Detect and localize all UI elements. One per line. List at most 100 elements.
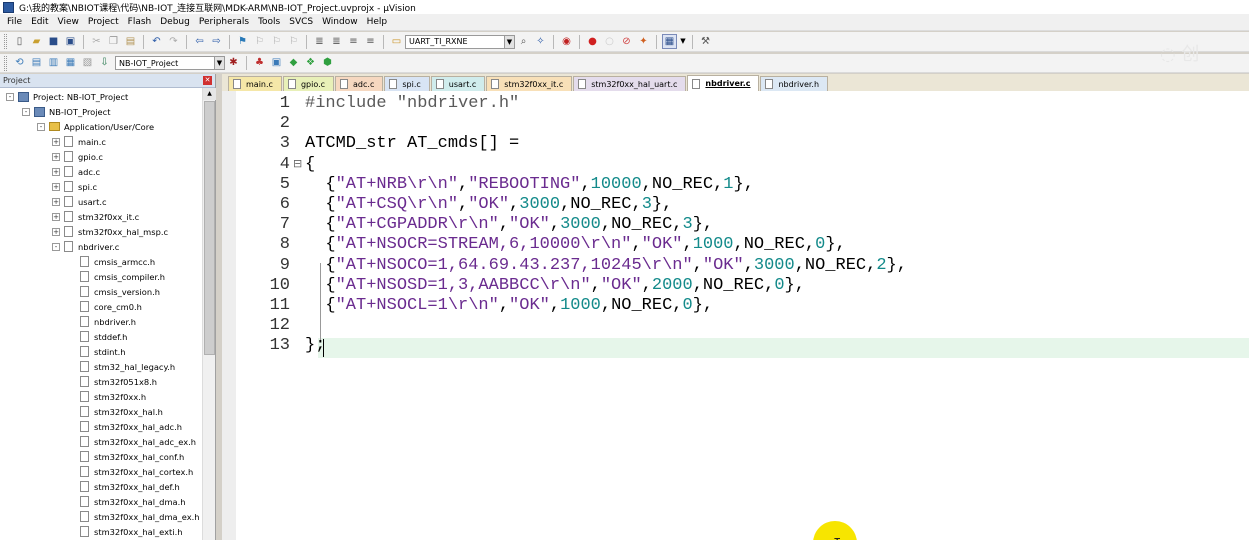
tree-item[interactable]: - Project: NB-IOT_Project bbox=[6, 89, 128, 104]
rebuild-icon[interactable]: ▥ bbox=[46, 56, 61, 71]
menu-flash[interactable]: Flash bbox=[125, 17, 158, 27]
tab-nbdriver-h[interactable]: nbdriver.h bbox=[760, 76, 829, 91]
tree-item[interactable]: + stm32f0xx_hal_msp.c bbox=[52, 224, 168, 239]
file-extensions-icon[interactable]: ♣ bbox=[252, 56, 267, 71]
collapse-icon[interactable]: - bbox=[52, 242, 60, 251]
window-layout-icon[interactable]: ▦ bbox=[662, 34, 677, 49]
tree-item[interactable]: cmsis_armcc.h bbox=[67, 254, 155, 269]
find-in-files-icon[interactable]: ▭ bbox=[389, 34, 404, 49]
prev-bookmark-icon[interactable]: ⚐ bbox=[252, 34, 267, 49]
tab-stm32f0xx-hal-uart-c[interactable]: stm32f0xx_hal_uart.c bbox=[573, 76, 687, 91]
code-line[interactable]: {"AT+CGPADDR\r\n","OK",3000,NO_REC,3}, bbox=[305, 215, 713, 235]
tree-item[interactable]: - Application/User/Core bbox=[37, 119, 154, 134]
code-line[interactable]: {"AT+NSOCL=1\r\n","OK",1000,NO_REC,0}, bbox=[305, 296, 713, 316]
save-icon[interactable]: ■ bbox=[46, 34, 61, 49]
debug-session-icon[interactable]: ◉ bbox=[559, 34, 574, 49]
copy-icon[interactable]: ❐ bbox=[106, 34, 121, 49]
paste-icon[interactable]: ▤ bbox=[123, 34, 138, 49]
tree-item[interactable]: stm32f0xx_hal_def.h bbox=[67, 479, 180, 494]
menu-file[interactable]: File bbox=[4, 17, 28, 27]
expand-icon[interactable]: + bbox=[52, 197, 60, 206]
incremental-find-icon[interactable]: ✧ bbox=[533, 34, 548, 49]
download-icon[interactable]: ⇩ bbox=[97, 56, 112, 71]
open-folder-icon[interactable]: ▰ bbox=[29, 34, 44, 49]
tab-stm32f0xx-it-c[interactable]: stm32f0xx_it.c bbox=[486, 76, 573, 91]
code-line[interactable]: #include "nbdriver.h" bbox=[305, 94, 519, 114]
tree-item[interactable]: stddef.h bbox=[67, 329, 127, 344]
disable-breakpoints-icon[interactable]: ⊘ bbox=[619, 34, 634, 49]
batch-build-icon[interactable]: ▦ bbox=[63, 56, 78, 71]
tree-item[interactable]: stm32f0xx_hal_exti.h bbox=[67, 524, 183, 539]
clear-bookmarks-icon[interactable]: ⚐ bbox=[286, 34, 301, 49]
expand-icon[interactable]: + bbox=[52, 227, 60, 236]
target-select[interactable]: NB-IOT_Project ▼ bbox=[115, 56, 225, 70]
tree-item[interactable]: - NB-IOT_Project bbox=[22, 104, 110, 119]
menu-edit[interactable]: Edit bbox=[28, 17, 54, 27]
window-layout-dropdown-icon[interactable]: ▼ bbox=[679, 34, 687, 49]
menu-svcs[interactable]: SVCS bbox=[286, 17, 319, 27]
stop-build-icon[interactable]: ▧ bbox=[80, 56, 95, 71]
tab-usart-c[interactable]: usart.c bbox=[430, 76, 486, 91]
navigate-back-icon[interactable]: ⇦ bbox=[192, 34, 207, 49]
search-combo[interactable]: UART_TI_RXNE ▼ bbox=[405, 34, 515, 49]
code-editor[interactable]: 1 #include "nbdriver.h" 2 3 ATCMD_str AT_cmd… bbox=[222, 91, 1249, 540]
tree-item[interactable]: stm32f0xx_hal_dma.h bbox=[67, 494, 186, 509]
tree-item[interactable]: cmsis_version.h bbox=[67, 284, 160, 299]
tree-item[interactable]: + gpio.c bbox=[52, 149, 103, 164]
translate-icon[interactable]: ⟲ bbox=[12, 56, 27, 71]
fold-toggle-icon[interactable]: ⊟ bbox=[293, 157, 303, 170]
find-icon[interactable]: ⌕ bbox=[516, 34, 531, 49]
menu-peripherals[interactable]: Peripherals bbox=[196, 17, 255, 27]
expand-icon[interactable]: + bbox=[52, 212, 60, 221]
target-options-icon[interactable]: ✱ bbox=[226, 56, 241, 71]
collapse-icon[interactable]: - bbox=[22, 107, 30, 116]
tree-item[interactable]: + stm32f0xx_it.c bbox=[52, 209, 139, 224]
expand-icon[interactable]: + bbox=[52, 152, 60, 161]
tree-item[interactable]: stm32f0xx_hal_dma_ex.h bbox=[67, 509, 200, 524]
unindent-icon[interactable]: ≣ bbox=[329, 34, 344, 49]
menu-tools[interactable]: Tools bbox=[255, 17, 286, 27]
code-line[interactable]: { bbox=[305, 155, 315, 175]
indent-icon[interactable]: ≣ bbox=[312, 34, 327, 49]
enable-breakpoint-icon[interactable]: ○ bbox=[602, 34, 617, 49]
build-icon[interactable]: ▤ bbox=[29, 56, 44, 71]
tree-item[interactable]: stm32_hal_legacy.h bbox=[67, 359, 175, 374]
tab-adc-c[interactable]: adc.c bbox=[335, 76, 384, 91]
manage-components-icon[interactable]: ▣ bbox=[269, 56, 284, 71]
kill-breakpoints-icon[interactable]: ✦ bbox=[636, 34, 651, 49]
tab-nbdriver-c[interactable]: nbdriver.c bbox=[687, 75, 760, 91]
expand-icon[interactable]: + bbox=[52, 182, 60, 191]
cut-icon[interactable]: ✂ bbox=[89, 34, 104, 49]
tree-item[interactable]: stm32f0xx.h bbox=[67, 389, 146, 404]
collapse-icon[interactable]: - bbox=[37, 122, 45, 131]
chevron-down-icon[interactable]: ▼ bbox=[504, 35, 514, 48]
tree-item[interactable]: cmsis_compiler.h bbox=[67, 269, 165, 284]
insert-breakpoint-icon[interactable]: ● bbox=[585, 34, 600, 49]
code-line[interactable]: {"AT+CSQ\r\n","OK",3000,NO_REC,3}, bbox=[305, 195, 672, 215]
tree-item[interactable]: stm32f0xx_hal.h bbox=[67, 404, 163, 419]
close-icon[interactable]: ✕ bbox=[203, 76, 212, 85]
toolbar-gripper[interactable] bbox=[4, 55, 7, 71]
tree-item[interactable]: stm32f0xx_hal_conf.h bbox=[67, 449, 184, 464]
code-line[interactable]: ATCMD_str AT_cmds[] = bbox=[305, 134, 519, 154]
menu-help[interactable]: Help bbox=[364, 17, 394, 27]
run-time-environment-icon[interactable]: ⬢ bbox=[320, 56, 335, 71]
tree-item[interactable]: core_cm0.h bbox=[67, 299, 142, 314]
tree-item[interactable]: stm32f0xx_hal_adc.h bbox=[67, 419, 182, 434]
chevron-down-icon[interactable]: ▼ bbox=[214, 57, 224, 69]
pack-installer-icon[interactable]: ❖ bbox=[303, 56, 318, 71]
next-bookmark-icon[interactable]: ⚐ bbox=[269, 34, 284, 49]
code-line[interactable]: {"AT+NSOCO=1,64.69.43.237,10245\r\n","OK… bbox=[305, 256, 907, 276]
expand-icon[interactable]: + bbox=[52, 137, 60, 146]
collapse-icon[interactable]: - bbox=[6, 92, 14, 101]
save-all-icon[interactable]: ▣ bbox=[63, 34, 78, 49]
tree-item[interactable]: + adc.c bbox=[52, 164, 100, 179]
expand-icon[interactable]: + bbox=[52, 167, 60, 176]
tree-item[interactable]: - nbdriver.c bbox=[52, 239, 119, 254]
menu-project[interactable]: Project bbox=[85, 17, 125, 27]
undo-icon[interactable]: ↶ bbox=[149, 34, 164, 49]
code-line[interactable]: {"AT+NSOCR=STREAM,6,10000\r\n","OK",1000… bbox=[305, 235, 845, 255]
configure-icon[interactable]: ⚒ bbox=[698, 34, 713, 49]
menu-view[interactable]: View bbox=[55, 17, 85, 27]
tab-spi-c[interactable]: spi.c bbox=[384, 76, 430, 91]
